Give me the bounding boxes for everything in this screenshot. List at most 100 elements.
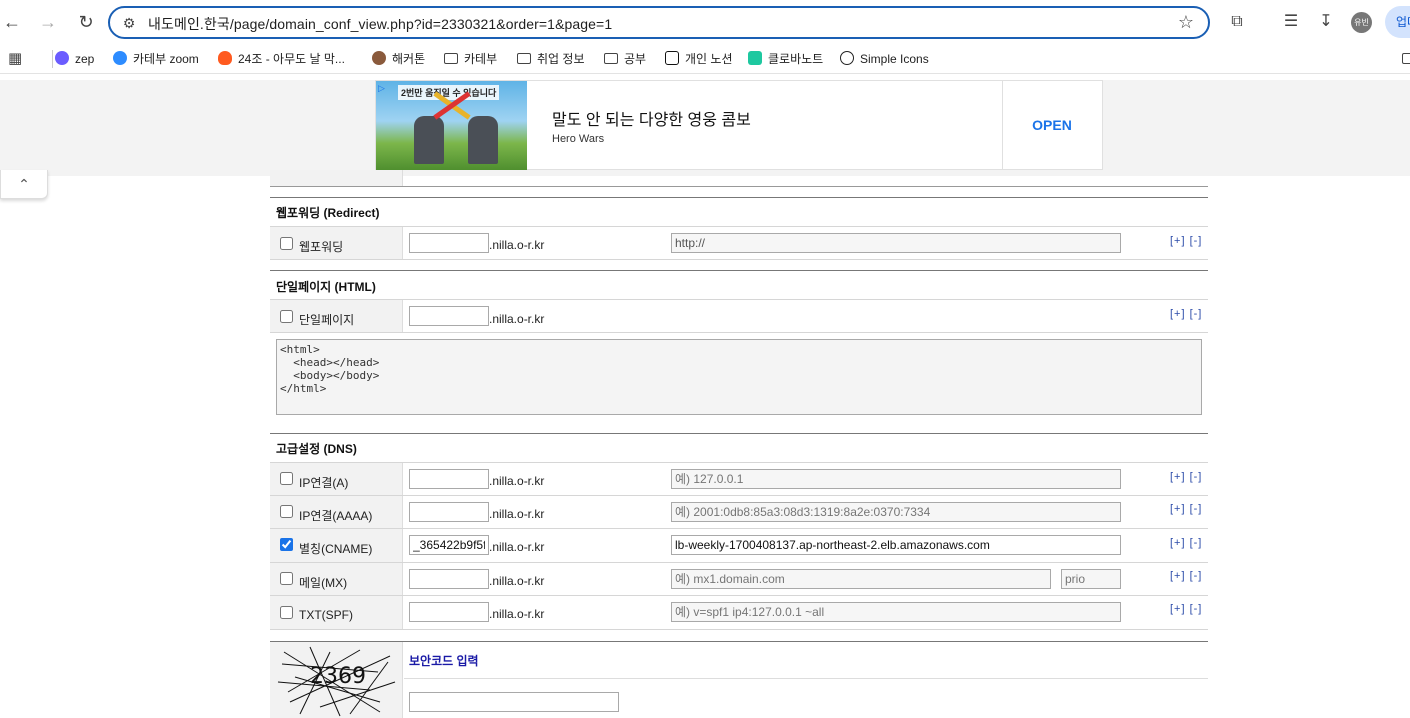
bookmark-hackathon[interactable]: 해커톤	[372, 50, 425, 68]
dns-label-cell: 별칭(CNAME)	[270, 529, 403, 562]
add-remove-controls[interactable]: [+] [-]	[1170, 503, 1202, 515]
clovanote-icon	[748, 51, 762, 65]
dns-txt-host-input[interactable]	[409, 602, 489, 622]
ad-collapse-button[interactable]: ⌃	[0, 170, 48, 199]
add-remove-controls[interactable]: [+] [-]	[1170, 308, 1202, 320]
dns-mx-checkbox[interactable]	[280, 572, 293, 585]
dns-section-title: 고급설정 (DNS)	[276, 442, 357, 456]
dns-a-checkbox[interactable]	[280, 472, 293, 485]
site-info-icon[interactable]: ⚙	[120, 14, 138, 32]
folder-icon	[1402, 53, 1410, 64]
reload-icon[interactable]: ↻	[74, 10, 98, 34]
bookmark-clovanote[interactable]: 클로바노트	[748, 50, 823, 68]
dns-mx-value-input[interactable]	[671, 569, 1051, 589]
dns-mx-host-input[interactable]	[409, 569, 489, 589]
extensions-icon[interactable]: ⧉	[1226, 11, 1248, 33]
dns-txt-label: TXT(SPF)	[299, 608, 353, 622]
dns-row-cname: 별칭(CNAME) .nilla.o-r.kr [+] [-]	[270, 529, 1208, 563]
dns-txt-value-input[interactable]	[671, 602, 1121, 622]
ad-advertiser: Hero Wars	[552, 133, 605, 145]
redirect-host-input[interactable]	[409, 233, 489, 253]
dns-cname-value-input[interactable]	[671, 535, 1121, 555]
dns-row-aaaa: IP연결(AAAA) .nilla.o-r.kr [+] [-]	[270, 496, 1208, 529]
dns-a-host-input[interactable]	[409, 469, 489, 489]
ad-banner[interactable]: ▷ 2번만 움직일 수 있습니다 말도 안 되는 다양한 영웅 콤보 Hero …	[375, 80, 1103, 170]
ad-headline[interactable]: 말도 안 되는 다양한 영웅 콤보	[552, 106, 751, 130]
dns-mx-prio-input[interactable]	[1061, 569, 1121, 589]
ad-open-button[interactable]: OPEN	[1002, 81, 1102, 169]
hero-figure-right	[468, 116, 498, 164]
section-divider	[270, 433, 1208, 434]
dns-cname-host-input[interactable]	[409, 535, 489, 555]
html-host-input[interactable]	[409, 306, 489, 326]
forward-icon[interactable]: →	[36, 10, 60, 34]
security-code-label: 보안코드 입력	[409, 654, 479, 668]
fire-icon	[218, 51, 232, 65]
zoom-icon	[113, 51, 127, 65]
redirect-label: 웹포워딩	[299, 240, 344, 254]
dns-aaaa-checkbox[interactable]	[280, 505, 293, 518]
bookmark-team-24[interactable]: 24조 - 아무도 날 막...	[218, 50, 345, 68]
redirect-url-input[interactable]	[671, 233, 1121, 253]
dns-aaaa-host-input[interactable]	[409, 502, 489, 522]
dns-a-value-input[interactable]	[671, 469, 1121, 489]
url-text[interactable]: 내도메인.한국/page/domain_conf_view.php?id=233…	[148, 14, 612, 34]
ad-image[interactable]: ▷ 2번만 움직일 수 있습니다	[376, 81, 527, 170]
html-code-textarea[interactable]	[276, 339, 1202, 415]
domain-suffix: .nilla.o-r.kr	[489, 507, 545, 521]
bookmark-folder-katebu[interactable]: 카테부	[444, 50, 497, 68]
bookmark-zoom[interactable]: 카테부 zoom	[113, 50, 199, 68]
redirect-checkbox[interactable]	[280, 237, 293, 250]
html-label: 단일페이지	[299, 313, 355, 327]
dns-cname-label: 별칭(CNAME)	[299, 542, 373, 556]
captcha-text: 2369	[310, 664, 366, 689]
dns-label-cell: IP연결(AAAA)	[270, 496, 403, 528]
dns-label-cell: IP연결(A)	[270, 463, 403, 495]
domain-suffix: .nilla.o-r.kr	[489, 312, 545, 326]
simple-icons-icon	[840, 51, 854, 65]
bookmark-folder-jobs[interactable]: 취업 정보	[517, 50, 585, 68]
bookmarks-bar: ▦ zep 카테부 zoom 24조 - 아무도 날 막... 해커톤 카테부 …	[0, 44, 1410, 74]
dns-row-txt: TXT(SPF) .nilla.o-r.kr [+] [-]	[270, 596, 1208, 630]
previous-row-remnant	[270, 170, 403, 186]
add-remove-controls[interactable]: [+] [-]	[1170, 235, 1202, 247]
redirect-label-cell: 웹포워딩	[270, 227, 403, 259]
profile-avatar[interactable]: 유빈	[1351, 12, 1372, 33]
bookmark-star-icon[interactable]: ☆	[1178, 12, 1194, 33]
domain-suffix: .nilla.o-r.kr	[489, 540, 545, 554]
captcha-image: 2369	[270, 642, 403, 718]
dns-mx-label: 메일(MX)	[299, 576, 348, 590]
redirect-row: 웹포워딩 .nilla.o-r.kr [+] [-]	[270, 226, 1208, 260]
add-remove-controls[interactable]: [+] [-]	[1170, 603, 1202, 615]
apps-grid-icon[interactable]: ▦	[8, 50, 22, 68]
bookmarks-overflow[interactable]	[1402, 50, 1410, 68]
bookmark-folder-study[interactable]: 공부	[604, 50, 646, 68]
domain-suffix: .nilla.o-r.kr	[489, 574, 545, 588]
domain-suffix: .nilla.o-r.kr	[489, 607, 545, 621]
bookmark-zep[interactable]: zep	[55, 50, 94, 68]
security-code-input[interactable]	[409, 692, 619, 712]
html-checkbox[interactable]	[280, 310, 293, 323]
folder-icon	[517, 53, 531, 64]
back-icon[interactable]: ←	[0, 10, 24, 34]
dns-cname-checkbox[interactable]	[280, 538, 293, 551]
dns-row-mx: 메일(MX) .nilla.o-r.kr [+] [-]	[270, 563, 1208, 596]
ad-image-caption: 2번만 움직일 수 있습니다	[398, 85, 500, 100]
add-remove-controls[interactable]: [+] [-]	[1170, 537, 1202, 549]
download-icon[interactable]: ↧	[1315, 11, 1337, 33]
redirect-section-title: 웹포워딩 (Redirect)	[276, 206, 380, 220]
folder-icon	[604, 53, 618, 64]
add-remove-controls[interactable]: [+] [-]	[1170, 471, 1202, 483]
bookmark-simple-icons[interactable]: Simple Icons	[840, 50, 929, 68]
address-bar[interactable]: ⚙ 내도메인.한국/page/domain_conf_view.php?id=2…	[108, 6, 1210, 39]
html-label-cell: 단일페이지	[270, 300, 403, 332]
dns-aaaa-label: IP연결(AAAA)	[299, 509, 373, 523]
update-button[interactable]: 업데	[1385, 6, 1410, 38]
add-remove-controls[interactable]: [+] [-]	[1170, 570, 1202, 582]
dns-aaaa-value-input[interactable]	[671, 502, 1121, 522]
bookmark-notion[interactable]: 개인 노션	[665, 50, 733, 68]
chevron-up-icon: ⌃	[18, 176, 30, 192]
dns-txt-checkbox[interactable]	[280, 606, 293, 619]
adchoices-icon[interactable]: ▷	[378, 83, 388, 93]
media-queue-icon[interactable]: ☰	[1280, 11, 1302, 33]
